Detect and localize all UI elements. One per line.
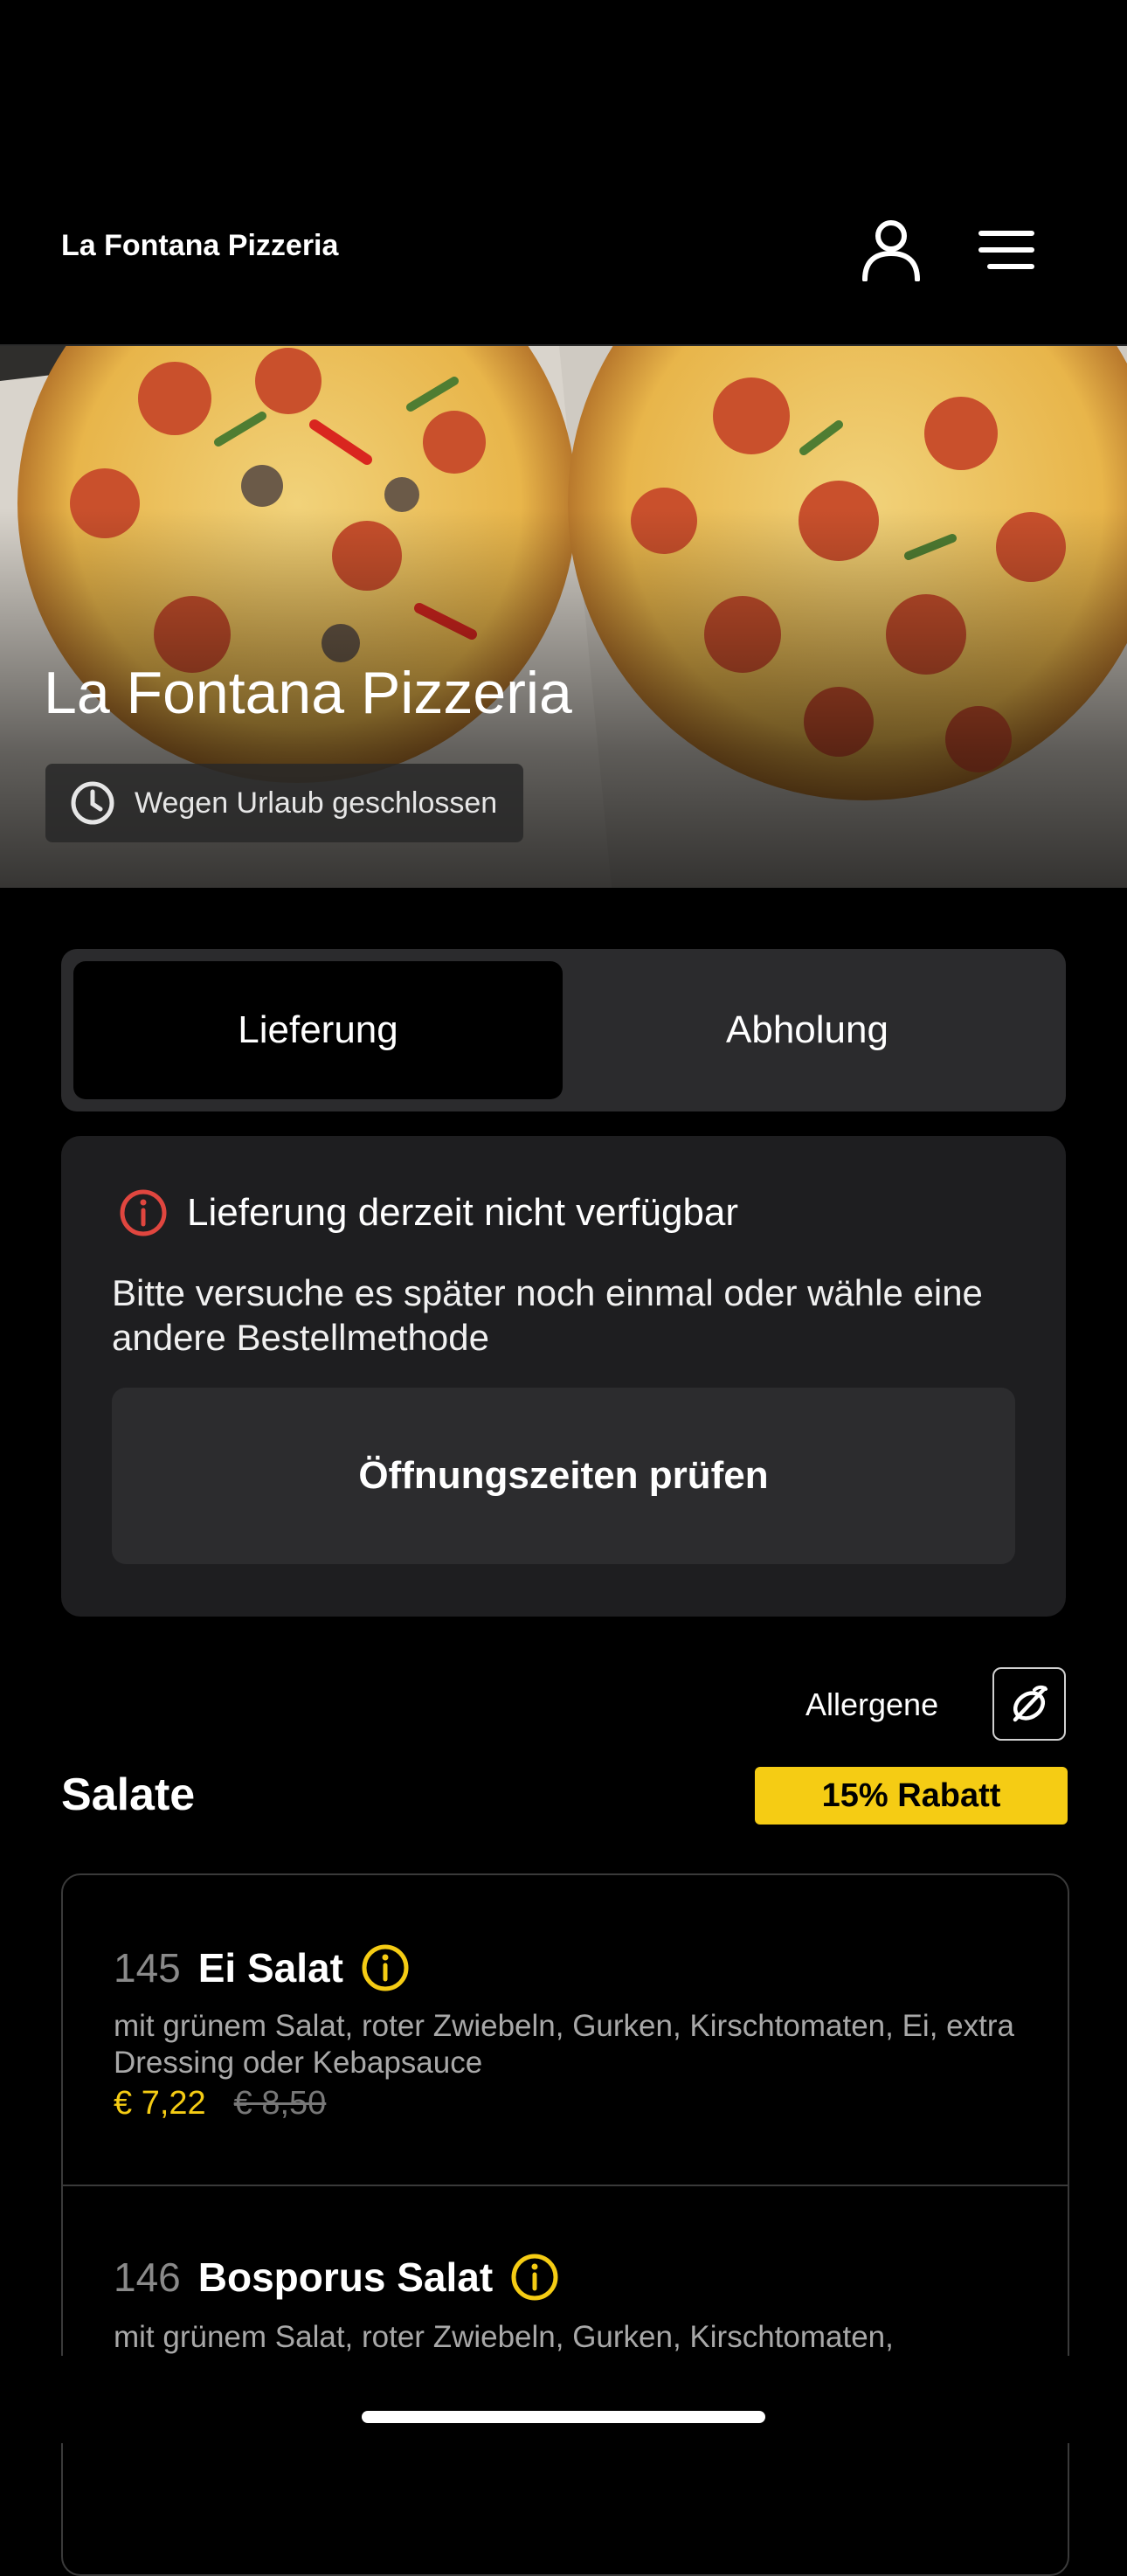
person-icon	[862, 220, 920, 281]
menu-item-list: 145 Ei Salat mit grünem Salat, roter Zwi…	[61, 1873, 1069, 2576]
item-number: 146	[114, 2254, 181, 2300]
section-title: Salate	[61, 1769, 196, 1820]
status-badge: Wegen Urlaub geschlossen	[45, 764, 524, 842]
allergen-filter-icon	[1013, 1685, 1047, 1722]
item-title-row: 146 Bosporus Salat	[114, 2253, 559, 2302]
item-price: € 7,22	[114, 2085, 206, 2122]
item-name: Bosporus Salat	[197, 2254, 494, 2300]
bottom-safe-area	[0, 2356, 1127, 2443]
notice-title: Lieferung derzeit nicht verfügbar	[187, 1191, 739, 1234]
top-navigation-bar	[0, 0, 1127, 346]
allergen-label: Allergene	[805, 1686, 939, 1722]
clock-icon	[71, 781, 114, 825]
menu-button[interactable]	[970, 213, 1043, 287]
restaurant-name: La Fontana Pizzeria	[44, 660, 572, 726]
allergen-filter-button[interactable]	[992, 1667, 1066, 1741]
item-old-price: € 8,50	[233, 2085, 327, 2122]
info-circle-icon	[120, 1189, 167, 1236]
item-number: 145	[114, 1945, 181, 1991]
check-opening-hours-button[interactable]: Öffnungszeiten prüfen	[112, 1388, 1015, 1564]
hamburger-menu-icon	[978, 231, 1034, 269]
tab-pickup[interactable]: Abholung	[571, 961, 1043, 1099]
item-title-row: 145 Ei Salat	[114, 1943, 410, 1992]
item-price-row: € 7,22 € 8,50	[114, 2085, 326, 2122]
status-text: Wegen Urlaub geschlossen	[135, 786, 498, 820]
app-title: La Fontana Pizzeria	[61, 229, 339, 262]
info-circle-icon[interactable]	[510, 2253, 559, 2302]
notice-title-row: Lieferung derzeit nicht verfügbar	[119, 1188, 738, 1237]
home-indicator[interactable]	[362, 2411, 765, 2423]
discount-badge: 15% Rabatt	[755, 1767, 1068, 1825]
item-description: mit grünem Salat, roter Zwiebeln, Gurken…	[114, 2009, 1014, 2080]
notice-body: Bitte versuche es später noch einmal ode…	[112, 1272, 983, 1358]
account-button[interactable]	[854, 213, 928, 287]
info-circle-icon[interactable]	[361, 1943, 410, 1992]
item-name: Ei Salat	[197, 1945, 343, 1991]
item-description: mit grünem Salat, roter Zwiebeln, Gurken…	[114, 2320, 894, 2354]
tab-delivery[interactable]: Lieferung	[73, 961, 563, 1099]
list-item[interactable]: 145 Ei Salat mit grünem Salat, roter Zwi…	[63, 1875, 1068, 2186]
